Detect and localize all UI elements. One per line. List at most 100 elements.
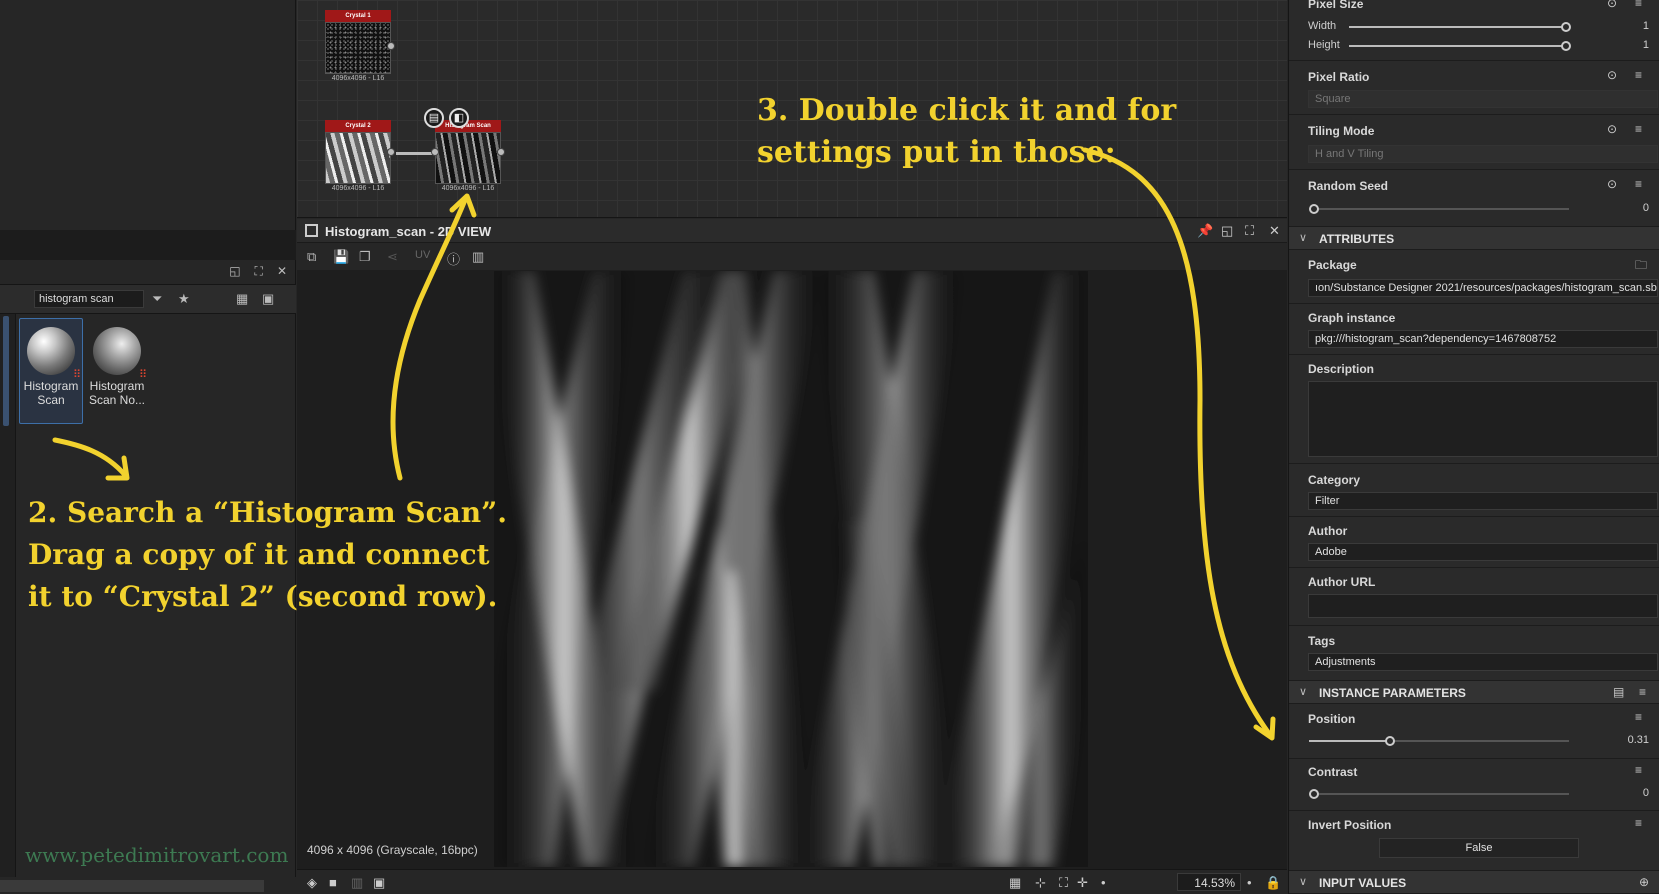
node-histogram-scan[interactable]: Histogram Scan 4096x4096 - L16 xyxy=(431,120,505,192)
filter-icon[interactable]: ⏷ xyxy=(152,291,162,307)
inherit-icon[interactable]: ⊙ xyxy=(1607,0,1617,10)
random-seed-slider[interactable] xyxy=(1309,204,1569,214)
slider-knob[interactable] xyxy=(1309,789,1319,799)
contrast-slider[interactable] xyxy=(1309,789,1569,799)
histogram-scan-non-uniform-thumbnail: ⠿ xyxy=(93,327,147,381)
invert-position-toggle[interactable]: False xyxy=(1379,838,1579,858)
menu-icon[interactable]: ≡ xyxy=(1635,177,1642,191)
menu-icon[interactable]: ≡ xyxy=(1635,122,1642,136)
center-view-icon[interactable]: ✛ xyxy=(1077,875,1088,891)
zoom-in-icon[interactable]: • xyxy=(1247,875,1252,890)
lock-icon[interactable]: 🔒 xyxy=(1265,875,1281,891)
copy-icon[interactable]: ❐ xyxy=(359,249,371,265)
presets-icon[interactable]: ▤ xyxy=(1613,685,1624,699)
input-port[interactable] xyxy=(431,148,439,156)
close-panel-icon[interactable]: ✕ xyxy=(1269,223,1280,239)
menu-icon[interactable]: ≡ xyxy=(1635,763,1642,777)
author-field[interactable]: Adobe xyxy=(1308,543,1658,561)
width-value[interactable]: 1 xyxy=(1609,20,1649,32)
contrast-value[interactable]: 0 xyxy=(1609,787,1649,799)
description-field[interactable] xyxy=(1308,381,1658,457)
chevron-down-icon: ∨ xyxy=(1299,876,1308,888)
library-tree-scrollbar[interactable] xyxy=(3,316,9,426)
grid-icon[interactable]: ▦ xyxy=(1009,875,1021,891)
slider-knob[interactable] xyxy=(1385,736,1395,746)
menu-icon[interactable]: ≡ xyxy=(1635,68,1642,82)
annotation-step-2: 2. Search a “Histogram Scan”. Drag a cop… xyxy=(28,492,507,618)
input-values-section-header[interactable]: ∨ INPUT VALUES ⊕ xyxy=(1289,870,1659,894)
list-view-icon[interactable]: ▣ xyxy=(262,291,274,307)
export-icon[interactable]: ⧉ xyxy=(307,249,316,265)
pixel-ratio-dropdown: Square xyxy=(1308,90,1658,108)
save-icon[interactable]: 💾 xyxy=(333,249,349,265)
position-value[interactable]: 0.31 xyxy=(1609,734,1649,746)
color-channels-icon[interactable]: ▣ xyxy=(373,875,385,891)
random-seed-value[interactable]: 0 xyxy=(1609,202,1649,214)
inherit-icon[interactable]: ⊙ xyxy=(1607,177,1617,191)
zoom-out-icon[interactable]: • xyxy=(1101,875,1106,890)
maximize-panel-icon[interactable]: ⛶ xyxy=(255,264,263,279)
menu-icon[interactable]: ≡ xyxy=(1639,685,1646,699)
instance-parameters-section-header[interactable]: ∨ INSTANCE PARAMETERS ▤ ≡ xyxy=(1289,680,1659,704)
height-value[interactable]: 1 xyxy=(1609,39,1649,51)
node-title: Crystal 2 xyxy=(325,120,391,132)
black-background-icon[interactable]: ■ xyxy=(329,875,337,890)
library-search-input[interactable] xyxy=(34,290,144,308)
annotation-line: Drag a copy of it and connect xyxy=(28,538,490,571)
folder-icon[interactable]: 🗀 xyxy=(1635,256,1647,277)
library-item-histogram-scan-non-uniform[interactable]: ⠿ Histogram Scan No... xyxy=(85,318,149,424)
graph-instance-field[interactable]: pkg:///histogram_scan?dependency=1467808… xyxy=(1308,330,1658,348)
watermark: www.petedimitrovart.com xyxy=(25,843,289,867)
view-2d-statusbar: ◈ ■ ▥ ▣ ▦ ⊹ ⛶ ✛ • 14.53% • 🔒 xyxy=(297,869,1287,894)
description-label: Description xyxy=(1308,362,1375,376)
add-icon[interactable]: ⊕ xyxy=(1639,875,1649,889)
menu-icon[interactable]: ≡ xyxy=(1635,816,1642,830)
slider-knob[interactable] xyxy=(1309,204,1319,214)
width-slider[interactable] xyxy=(1349,22,1571,32)
node-thumbnail xyxy=(435,132,501,184)
inherit-icon[interactable]: ⊙ xyxy=(1607,122,1617,136)
layers-icon[interactable]: ◈ xyxy=(307,875,317,891)
node-resolution: 4096x4096 - L16 xyxy=(441,185,495,192)
invert-position-label: Invert Position xyxy=(1308,818,1392,832)
tags-field[interactable]: Adjustments xyxy=(1308,653,1658,671)
maximize-panel-icon[interactable]: ⛶ xyxy=(1245,223,1254,239)
height-slider[interactable] xyxy=(1349,41,1571,51)
output-port[interactable] xyxy=(497,148,505,156)
position-slider[interactable] xyxy=(1309,736,1569,746)
checker-background-icon[interactable]: ▥ xyxy=(351,875,363,891)
slider-knob[interactable] xyxy=(1561,41,1571,51)
info-icon[interactable]: ⓘ xyxy=(447,249,460,268)
float-panel-icon[interactable]: ◱ xyxy=(229,264,240,279)
category-field[interactable]: Filter xyxy=(1308,492,1658,510)
section-title: ATTRIBUTES xyxy=(1319,232,1395,246)
attributes-section-header[interactable]: ∨ ATTRIBUTES xyxy=(1289,226,1659,250)
grid-view-icon[interactable]: ▦ xyxy=(236,291,248,307)
histogram-icon[interactable]: ▥ xyxy=(472,249,484,265)
slider-knob[interactable] xyxy=(1561,22,1571,32)
annotation-line: 2. Search a “Histogram Scan”. xyxy=(28,496,507,529)
zoom-input[interactable]: 14.53% xyxy=(1177,873,1241,891)
fit-view-icon[interactable]: ⛶ xyxy=(1059,875,1068,891)
library-item-histogram-scan[interactable]: ⠿ Histogram Scan xyxy=(19,318,83,424)
node-crystal-2[interactable]: Crystal 2 4096x4096 - L16 xyxy=(325,120,395,192)
menu-icon[interactable]: ≡ xyxy=(1635,710,1642,724)
view-2d-icon[interactable]: ◧ xyxy=(449,108,469,128)
left-top-panel xyxy=(0,0,296,230)
height-label: Height xyxy=(1308,39,1340,51)
horizontal-scrollbar[interactable] xyxy=(0,880,264,892)
pin-icon[interactable]: 📌 xyxy=(1197,223,1213,239)
author-url-field[interactable] xyxy=(1308,594,1658,618)
output-port[interactable] xyxy=(387,42,395,50)
package-field[interactable]: ıon/Substance Designer 2021/resources/pa… xyxy=(1308,279,1658,297)
inherit-icon[interactable]: ⊙ xyxy=(1607,68,1617,82)
tiling-icon[interactable]: ⊹ xyxy=(1035,875,1046,891)
output-port[interactable] xyxy=(387,148,395,156)
favorites-icon[interactable]: ★ xyxy=(178,291,190,307)
node-crystal-1[interactable]: Crystal 1 4096x4096 - L16 xyxy=(325,10,395,82)
close-panel-icon[interactable]: ✕ xyxy=(277,264,287,279)
float-panel-icon[interactable]: ◱ xyxy=(1221,223,1233,239)
menu-icon[interactable]: ≡ xyxy=(1635,0,1642,10)
document-icon[interactable]: ▤ xyxy=(424,108,444,128)
view-2d-title: Histogram_scan - 2D VIEW xyxy=(325,224,492,239)
